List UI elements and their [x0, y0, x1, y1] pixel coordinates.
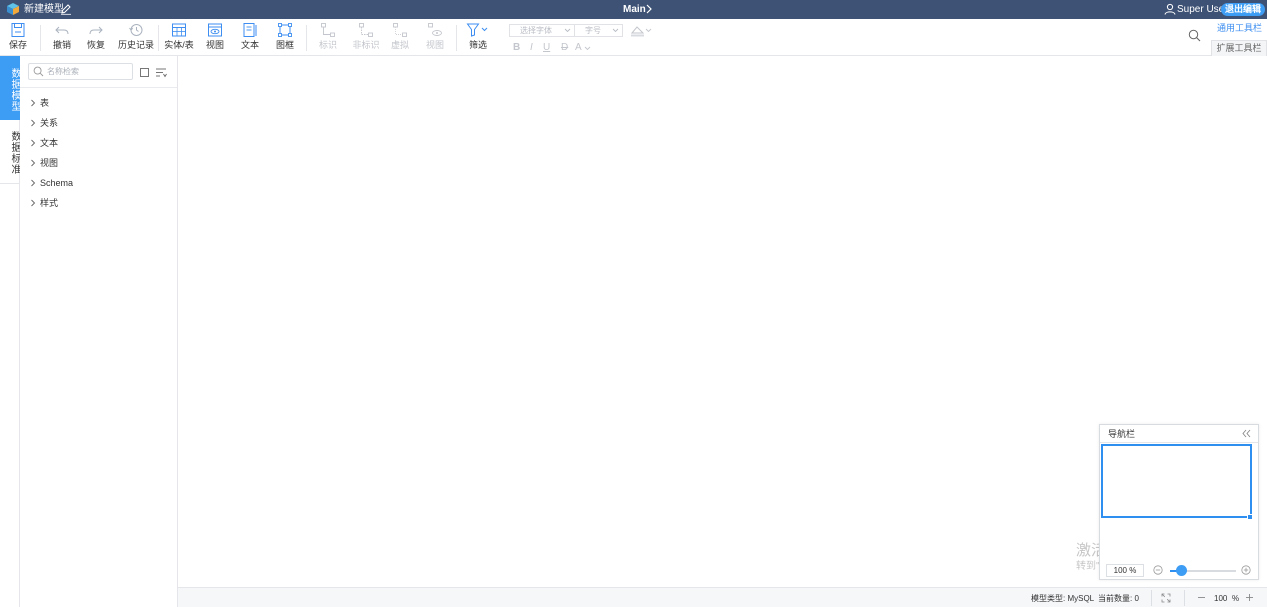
app-logo-icon [7, 3, 19, 15]
bold-button[interactable]: B [513, 42, 520, 53]
name-search-input[interactable] [47, 65, 131, 78]
zoom-unit: % [1232, 594, 1240, 603]
view-relation-button[interactable]: 视图 [423, 22, 447, 54]
chevron-right-icon[interactable] [645, 4, 653, 14]
virtual-relation-button[interactable]: 虚拟 [388, 22, 412, 54]
model-type-status: 模型类型: MySQL [1031, 594, 1095, 603]
table-icon [172, 23, 186, 37]
filter-button[interactable]: 筛选 [465, 22, 491, 54]
identifying-relation-icon [321, 23, 335, 37]
zoom-out-icon[interactable] [1197, 593, 1206, 602]
non-identifying-relation-icon [359, 23, 373, 37]
name-search-box[interactable] [28, 63, 133, 80]
tab-data-model[interactable]: 数据模型 [0, 56, 20, 120]
model-name: 新建模型 [24, 4, 64, 15]
navigator-header: 导航栏 [1100, 425, 1258, 443]
chevron-down-icon [564, 28, 571, 33]
edit-icon[interactable] [60, 3, 72, 15]
tree-item-tables[interactable]: 表 [30, 96, 49, 110]
fill-color-icon[interactable] [630, 24, 654, 37]
text-icon [243, 23, 257, 37]
navigator-panel: 导航栏 100 % [1099, 424, 1259, 580]
redo-icon [89, 26, 103, 35]
frame-button[interactable]: 图框 [273, 22, 297, 54]
tab-extended-toolbar[interactable]: 扩展工具栏 [1211, 40, 1267, 56]
divider [20, 87, 177, 88]
save-button[interactable]: 保存 [6, 22, 30, 54]
italic-button[interactable]: I [530, 42, 533, 53]
tab-general-toolbar[interactable]: 通用工具栏 [1217, 23, 1262, 34]
view-icon [208, 23, 222, 37]
identifying-relation-button[interactable]: 标识 [316, 22, 340, 54]
toolbar-divider [158, 25, 159, 51]
exit-edit-button[interactable]: 退出编辑 [1221, 3, 1265, 16]
view-relation-icon [428, 23, 442, 36]
search-icon[interactable] [1188, 29, 1201, 42]
frame-icon [278, 23, 292, 37]
view-button[interactable]: 视图 [203, 22, 227, 54]
user-icon [1164, 3, 1176, 15]
navigator-viewport[interactable] [1101, 444, 1252, 518]
chevron-down-icon[interactable] [584, 45, 591, 52]
title-bar: 新建模型 Main Super User 退出编辑 [0, 0, 1267, 19]
chevron-right-icon [31, 199, 36, 207]
chevron-down-icon [612, 28, 619, 33]
fit-screen-icon[interactable] [1161, 593, 1171, 603]
double-chevron-left-icon[interactable] [1242, 429, 1251, 438]
font-size-select[interactable]: 字号 [575, 24, 623, 37]
toolbar: 保存 撤销 恢复 历史记录 实体/表 视图 文本 图框 标识 非标识 虚拟 视图… [0, 19, 1267, 56]
save-icon [11, 23, 25, 37]
tab-data-standard[interactable]: 数据标准 [0, 120, 20, 184]
filter-icon [466, 23, 488, 37]
zoom-value[interactable]: 100 [1214, 594, 1227, 604]
divider [1151, 590, 1152, 606]
text-button[interactable]: 文本 [238, 22, 262, 54]
redo-button[interactable]: 恢复 [84, 22, 108, 54]
select-all-checkbox[interactable] [140, 68, 149, 77]
status-bar: 模型类型: MySQL 当前数量: 0 100 % [178, 587, 1267, 607]
sort-icon[interactable] [155, 67, 167, 78]
tree-item-styles[interactable]: 样式 [30, 196, 58, 210]
font-color-button[interactable]: A [575, 42, 582, 53]
toolbar-divider [40, 25, 41, 51]
viewport-resize-handle[interactable] [1247, 514, 1253, 520]
chevron-right-icon [31, 119, 36, 127]
zoom-out-icon[interactable] [1153, 565, 1163, 575]
diagram-title[interactable]: Main [623, 3, 646, 16]
zoom-in-icon[interactable] [1245, 593, 1254, 602]
tree-item-relations[interactable]: 关系 [30, 116, 58, 130]
user-name[interactable]: Super User [1177, 3, 1228, 16]
non-identifying-relation-button[interactable]: 非标识 [351, 22, 381, 54]
divider [1184, 590, 1185, 606]
toolbar-divider [306, 25, 307, 51]
undo-button[interactable]: 撤销 [50, 22, 74, 54]
navigator-zoom-input[interactable]: 100 % [1106, 564, 1144, 577]
chevron-right-icon [31, 179, 36, 187]
history-button[interactable]: 历史记录 [118, 22, 154, 54]
underline-button[interactable]: U [543, 42, 550, 53]
model-tree-panel: 表 关系 文本 视图 Schema 样式 [20, 56, 178, 607]
tree-item-views[interactable]: 视图 [30, 156, 58, 170]
entity-table-button[interactable]: 实体/表 [164, 22, 194, 54]
virtual-relation-icon [393, 23, 407, 37]
side-tabs: 数据模型 数据标准 [0, 56, 20, 607]
history-icon [129, 24, 143, 36]
chevron-right-icon [31, 99, 36, 107]
search-icon [33, 66, 44, 77]
navigator-title: 导航栏 [1108, 429, 1136, 439]
chevron-right-icon [31, 139, 36, 147]
font-family-select[interactable]: 选择字体 [509, 24, 575, 37]
zoom-in-icon[interactable] [1241, 565, 1251, 575]
chevron-right-icon [31, 159, 36, 167]
tree-item-schema[interactable]: Schema [30, 176, 73, 190]
undo-icon [55, 26, 69, 35]
tree-item-texts[interactable]: 文本 [30, 136, 58, 150]
current-count-status: 当前数量: 0 [1098, 594, 1139, 603]
strikethrough-button[interactable]: D [561, 42, 568, 53]
zoom-slider-thumb[interactable] [1176, 565, 1187, 576]
toolbar-divider [456, 25, 457, 51]
